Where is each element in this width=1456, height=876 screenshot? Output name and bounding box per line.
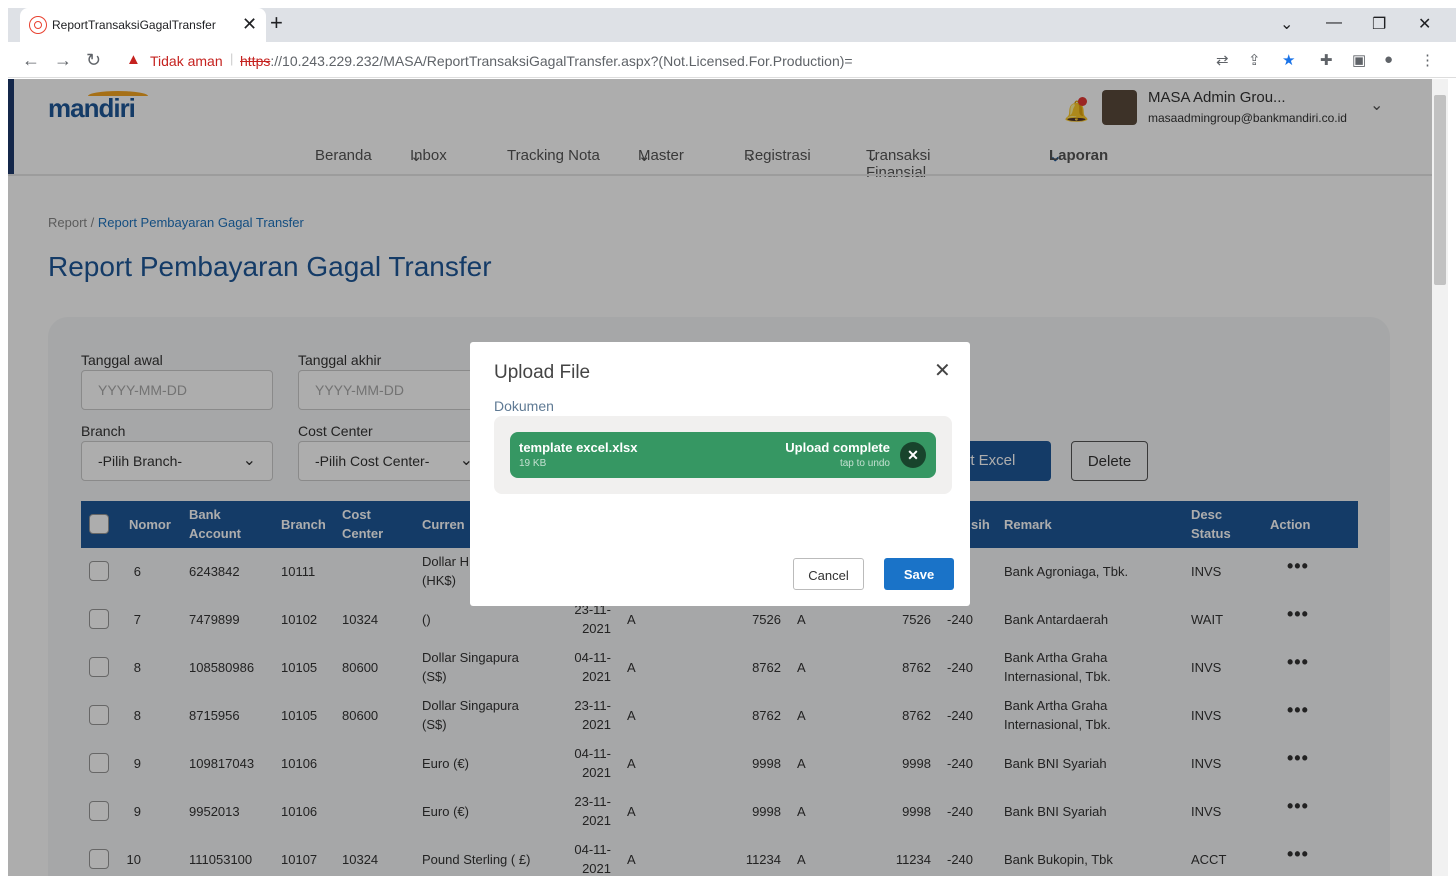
undo-hint[interactable]: tap to undo	[840, 458, 890, 469]
scrollbar-thumb[interactable]	[1434, 95, 1446, 285]
url-separator: |	[230, 51, 234, 66]
reload-icon[interactable]: ↻	[86, 50, 101, 71]
upload-file-modal: Upload File ✕ Dokumen template excel.xls…	[470, 342, 970, 606]
save-button[interactable]: Save	[884, 558, 954, 590]
file-drop-area[interactable]: template excel.xlsx 19 KB Upload complet…	[494, 416, 952, 494]
extensions-icon[interactable]: ✚	[1320, 51, 1333, 69]
url-path: ://10.243.229.232/MASA/ReportTransaksiGa…	[270, 53, 853, 69]
forward-icon[interactable]: →	[54, 50, 72, 71]
window-close-icon[interactable]: ✕	[1418, 14, 1431, 34]
minimize-icon[interactable]: —	[1326, 14, 1342, 32]
url-scheme: https	[240, 53, 271, 69]
file-name: template excel.xlsx	[519, 440, 638, 455]
cancel-button[interactable]: Cancel	[793, 558, 864, 590]
restore-icon[interactable]: ❐	[1372, 14, 1386, 34]
translate-icon[interactable]: ⇄	[1216, 51, 1229, 69]
new-tab-icon[interactable]: +	[270, 10, 283, 36]
browser-tab[interactable]: ReportTransaksiGagalTransfer ✕	[20, 8, 266, 42]
tab-close-icon[interactable]: ✕	[242, 14, 257, 35]
page-scrollbar[interactable]	[1432, 79, 1448, 876]
file-size: 19 KB	[519, 458, 547, 469]
dokumen-label: Dokumen	[494, 398, 554, 414]
modal-close-icon[interactable]: ✕	[934, 358, 951, 383]
share-icon[interactable]: ⇪	[1248, 51, 1261, 69]
tab-title: ReportTransaksiGagalTransfer	[52, 18, 216, 32]
upload-status: Upload complete	[785, 440, 890, 455]
modal-title: Upload File	[494, 362, 591, 383]
browser-menu-icon[interactable]: ⋮	[1420, 51, 1435, 69]
url-field[interactable]: ▲ Tidak aman | https://10.243.229.232/MA…	[118, 46, 1208, 74]
bookmark-star-icon[interactable]: ★	[1282, 51, 1295, 69]
uploaded-file-item[interactable]: template excel.xlsx 19 KB Upload complet…	[510, 432, 936, 478]
url-text[interactable]: https://10.243.229.232/MASA/ReportTransa…	[240, 53, 853, 69]
back-icon[interactable]: ←	[22, 50, 40, 71]
address-bar: ← → ↻ ▲ Tidak aman | https://10.243.229.…	[8, 42, 1456, 78]
tab-search-icon[interactable]: ⌄	[1280, 14, 1293, 34]
profile-icon[interactable]: ●	[1384, 51, 1393, 68]
remove-file-icon[interactable]: ✕	[900, 442, 926, 468]
site-favicon-icon	[30, 17, 46, 33]
security-status[interactable]: Tidak aman	[150, 53, 223, 69]
warning-icon: ▲	[126, 51, 141, 68]
side-panel-icon[interactable]: ▣	[1352, 51, 1366, 69]
browser-tab-strip: ReportTransaksiGagalTransfer ✕ + ⌄ — ❐ ✕	[8, 8, 1456, 42]
